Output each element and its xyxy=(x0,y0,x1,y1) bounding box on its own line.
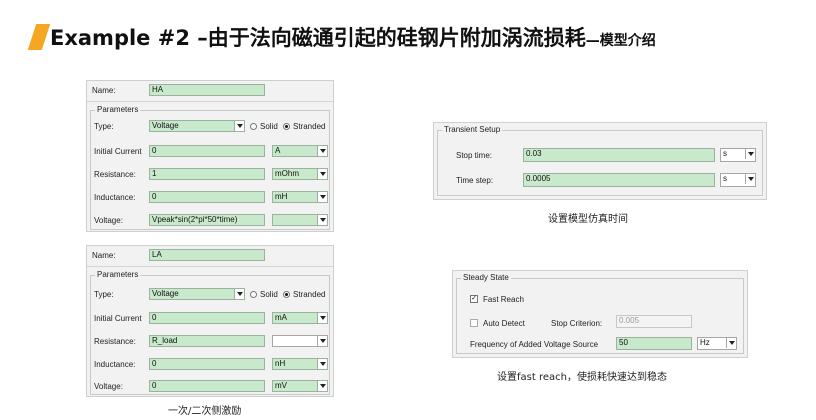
resistance-field[interactable]: R_load xyxy=(149,335,265,347)
name-field[interactable]: HA xyxy=(149,84,265,96)
voltage-unit-select[interactable]: mV xyxy=(272,380,328,392)
page-title-main: Example #2 –由于法向磁通引起的硅钢片附加涡流损耗 xyxy=(50,26,586,50)
initial-current-unit-select[interactable]: A xyxy=(272,145,328,157)
type-select[interactable]: Voltage xyxy=(149,288,245,300)
fast-reach-checkbox[interactable]: ✓ xyxy=(470,295,478,303)
inductance-label: Inductance: xyxy=(94,193,136,202)
initial-current-label: Initial Current xyxy=(94,147,142,156)
auto-detect-label: Auto Detect xyxy=(483,319,525,328)
frequency-unit: Hz xyxy=(700,338,710,347)
time-step-unit-select[interactable]: s xyxy=(720,173,756,187)
stranded-label: Stranded xyxy=(293,122,326,131)
caption-excitation: 一次/二次侧激励 xyxy=(168,406,242,417)
chevron-down-icon[interactable] xyxy=(317,169,327,179)
time-step-label: Time step: xyxy=(456,176,494,185)
winding-panel-ha: Name: HA Parameters Type: Voltage Solid … xyxy=(86,80,334,232)
chevron-down-icon[interactable] xyxy=(317,359,327,369)
auto-detect-checkbox[interactable] xyxy=(470,319,478,327)
initial-current-label: Initial Current xyxy=(94,314,142,323)
resistance-field[interactable]: 1 xyxy=(149,168,265,180)
stranded-label: Stranded xyxy=(293,290,326,299)
frequency-field[interactable]: 50 xyxy=(616,337,692,350)
inductance-field[interactable]: 0 xyxy=(149,358,265,370)
type-label: Type: xyxy=(94,290,114,299)
page-title: Example #2 –由于法向磁通引起的硅钢片附加涡流损耗 —模型介绍 xyxy=(50,22,656,52)
stop-criterion-label: Stop Criterion: xyxy=(551,319,603,328)
chevron-down-icon[interactable] xyxy=(317,336,327,346)
type-select-value: Voltage xyxy=(152,121,179,130)
type-select[interactable]: Voltage xyxy=(149,120,245,132)
chevron-down-icon[interactable] xyxy=(726,338,736,348)
solid-label: Solid xyxy=(260,290,278,299)
stranded-radio[interactable] xyxy=(283,291,290,298)
type-select-value: Voltage xyxy=(152,289,179,298)
winding-panel-la: Name: LA Parameters Type: Voltage Solid … xyxy=(86,245,334,397)
frequency-unit-select[interactable]: Hz xyxy=(697,337,737,350)
transient-setup-title: Transient Setup xyxy=(442,125,503,135)
chevron-down-icon[interactable] xyxy=(317,381,327,391)
parameters-label: Parameters xyxy=(95,105,141,115)
chevron-down-icon[interactable] xyxy=(234,289,244,299)
stop-criterion-field[interactable]: 0.005 xyxy=(616,315,692,328)
voltage-unit: mV xyxy=(275,381,287,390)
stop-time-unit: s xyxy=(723,149,727,158)
resistance-unit: mOhm xyxy=(275,169,299,178)
page-title-tail: —模型介绍 xyxy=(585,33,656,49)
stop-time-field[interactable]: 0.03 xyxy=(523,148,715,162)
stop-time-unit-select[interactable]: s xyxy=(720,148,756,162)
chevron-down-icon[interactable] xyxy=(317,313,327,323)
stranded-radio[interactable] xyxy=(283,123,290,130)
caption-transient: 设置模型仿真时间 xyxy=(548,214,628,225)
voltage-field[interactable]: 0 xyxy=(149,380,265,392)
solid-radio[interactable] xyxy=(250,123,257,130)
inductance-label: Inductance: xyxy=(94,360,136,369)
chevron-down-icon[interactable] xyxy=(234,121,244,131)
chevron-down-icon[interactable] xyxy=(317,192,327,202)
transient-setup-panel: Transient Setup Stop time: 0.03 s Time s… xyxy=(433,122,767,200)
resistance-label: Resistance: xyxy=(94,337,136,346)
inductance-unit-select[interactable]: mH xyxy=(272,191,328,203)
initial-current-unit-select[interactable]: mA xyxy=(272,312,328,324)
parameters-label: Parameters xyxy=(95,270,141,280)
type-label: Type: xyxy=(94,122,114,131)
initial-current-unit: mA xyxy=(275,313,287,322)
name-label: Name: xyxy=(92,86,116,95)
divider xyxy=(87,101,333,102)
inductance-unit: mH xyxy=(275,192,288,201)
chevron-down-icon[interactable] xyxy=(745,149,755,159)
resistance-unit-select[interactable] xyxy=(272,335,328,347)
chevron-down-icon[interactable] xyxy=(317,146,327,156)
inductance-field[interactable]: 0 xyxy=(149,191,265,203)
voltage-label: Voltage: xyxy=(94,382,123,391)
inductance-unit-select[interactable]: nH xyxy=(272,358,328,370)
initial-current-unit: A xyxy=(275,146,281,155)
stop-time-label: Stop time: xyxy=(456,151,493,160)
steady-state-panel: Steady State ✓ Fast Reach Auto Detect St… xyxy=(452,270,748,358)
frequency-label: Frequency of Added Voltage Source xyxy=(470,340,599,349)
divider xyxy=(87,266,333,267)
initial-current-field[interactable]: 0 xyxy=(149,312,265,324)
caption-steady: 设置fast reach，使损耗快速达到稳态 xyxy=(497,372,667,383)
title-accent-bar xyxy=(27,24,51,50)
inductance-unit: nH xyxy=(275,359,286,368)
initial-current-field[interactable]: 0 xyxy=(149,145,265,157)
time-step-field[interactable]: 0.0005 xyxy=(523,173,715,187)
voltage-field[interactable]: Vpeak*sin(2*pi*50*time) xyxy=(149,214,265,226)
resistance-unit-select[interactable]: mOhm xyxy=(272,168,328,180)
voltage-unit-select[interactable] xyxy=(272,214,328,226)
resistance-label: Resistance: xyxy=(94,170,136,179)
solid-label: Solid xyxy=(260,122,278,131)
name-label: Name: xyxy=(92,251,116,260)
time-step-unit: s xyxy=(723,174,727,183)
steady-state-title: Steady State xyxy=(461,273,511,283)
name-field[interactable]: LA xyxy=(149,249,265,261)
chevron-down-icon[interactable] xyxy=(745,174,755,184)
voltage-label: Voltage: xyxy=(94,216,123,225)
fast-reach-label: Fast Reach xyxy=(483,295,524,304)
chevron-down-icon[interactable] xyxy=(317,215,327,225)
solid-radio[interactable] xyxy=(250,291,257,298)
